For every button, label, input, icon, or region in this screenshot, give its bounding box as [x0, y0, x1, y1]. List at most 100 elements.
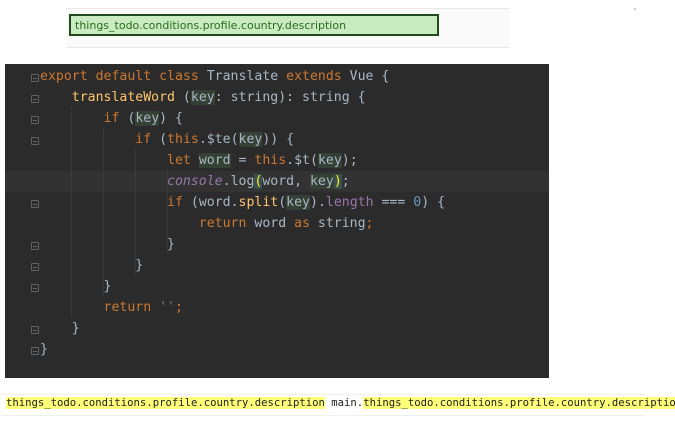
code-line-text: } [40, 255, 143, 276]
code-token: console [167, 174, 223, 189]
code-line-text: if (word.split(key).length === 0) { [40, 192, 445, 213]
code-line-text: translateWord (key: string): string { [40, 87, 366, 108]
fold-marker-icon[interactable] [31, 95, 39, 103]
code-line-text: if (this.$te(key)) { [40, 129, 294, 150]
code-token: ) { [159, 111, 183, 126]
code-token: : string): string { [214, 90, 366, 105]
fold-marker-icon[interactable] [31, 347, 39, 355]
code-token: } [40, 342, 48, 357]
code-editor[interactable]: export default class Translate extends V… [5, 64, 549, 378]
code-token: Vue { [349, 69, 390, 84]
code-token: key [135, 111, 160, 126]
code-token: .$t( [286, 153, 318, 168]
code-token: if [103, 111, 120, 126]
code-token: key [238, 132, 263, 147]
code-line[interactable]: } [5, 276, 549, 297]
fold-marker-icon[interactable] [31, 74, 39, 82]
code-token: length [325, 195, 374, 210]
code-token: translateWord [71, 90, 175, 105]
code-token: extends [286, 69, 350, 84]
code-line[interactable]: if (word.split(key).length === 0) { [5, 192, 549, 213]
fold-marker-icon[interactable] [31, 200, 39, 208]
code-token: return [198, 216, 255, 231]
code-token: = [230, 153, 255, 168]
code-line[interactable]: export default class Translate extends V… [5, 66, 549, 87]
fold-marker-icon[interactable] [31, 242, 39, 250]
code-token: ( [278, 195, 287, 210]
code-line-text: console.log(word, key); [40, 171, 350, 192]
code-line[interactable]: } [5, 318, 549, 339]
code-token: export default class [40, 69, 207, 84]
indent-guide [167, 170, 168, 254]
code-token: ) [333, 174, 342, 189]
code-token: ; [365, 216, 374, 231]
code-line[interactable]: } [5, 339, 549, 360]
code-token: 0 [413, 195, 422, 210]
code-line[interactable]: if (key) { [5, 108, 549, 129]
code-token: if [135, 132, 152, 147]
console-output-line: things_todo.conditions.profile.country.d… [6, 396, 675, 410]
code-token: key [317, 153, 342, 168]
code-token: let [167, 153, 199, 168]
output-key-highlight-2: things_todo.conditions.profile.country.d… [363, 397, 675, 409]
code-line[interactable]: console.log(word, key); [5, 171, 549, 192]
cut-off-row [70, 40, 500, 48]
fold-marker-icon[interactable] [31, 284, 39, 292]
code-line-text: } [40, 234, 175, 255]
corner-mark [634, 8, 636, 10]
code-token: ; [175, 300, 183, 315]
code-token: key [190, 90, 215, 105]
code-token: ; [341, 174, 350, 189]
code-line[interactable]: let word = this.$t(key); [5, 150, 549, 171]
code-token: split [238, 195, 279, 210]
code-token: } [40, 321, 80, 336]
code-token: ( [151, 132, 168, 147]
code-token: string [317, 216, 366, 231]
indent-guide [103, 128, 104, 296]
code-token: ) { [421, 195, 446, 210]
code-line[interactable]: return word as string; [5, 213, 549, 234]
code-token: ( [119, 111, 136, 126]
code-line[interactable]: } [5, 234, 549, 255]
code-token: if [167, 195, 183, 210]
code-line-text: if (key) { [40, 108, 183, 129]
code-line-text: return word as string; [40, 213, 374, 234]
code-token: .$te( [198, 132, 239, 147]
fold-marker-icon[interactable] [31, 326, 39, 334]
code-line-text: } [40, 318, 80, 339]
code-line-text: let word = this.$t(key); [40, 150, 358, 171]
code-line[interactable]: translateWord (key: string): string { [5, 87, 549, 108]
code-token: ). [310, 195, 326, 210]
code-token: } [40, 237, 175, 252]
tooltip-text: things_todo.conditions.profile.country.d… [75, 19, 347, 32]
code-token: === [373, 195, 414, 210]
code-token: key [309, 174, 334, 189]
fold-marker-icon[interactable] [31, 263, 39, 271]
code-line[interactable]: if (this.$te(key)) { [5, 129, 549, 150]
code-token: word [198, 153, 231, 168]
code-token: key [286, 195, 310, 210]
translation-tooltip: things_todo.conditions.profile.country.d… [69, 14, 439, 36]
code-token: ); [341, 153, 358, 168]
code-token: .log [222, 174, 255, 189]
fold-marker-icon[interactable] [31, 116, 39, 124]
fold-marker-icon[interactable] [31, 137, 39, 145]
code-token: '' [159, 300, 175, 315]
code-token: this [254, 153, 287, 168]
code-line[interactable]: } [5, 255, 549, 276]
output-prefix: main. [331, 397, 364, 409]
code-token: )) { [262, 132, 295, 147]
indent-guide [71, 107, 72, 317]
code-token: } [40, 279, 112, 294]
code-token: } [40, 258, 144, 273]
code-token: ( [174, 90, 191, 105]
code-token: word [254, 216, 295, 231]
code-token: as [294, 216, 318, 231]
indent-guide [135, 149, 136, 275]
code-line-text: return ''; [40, 297, 183, 318]
code-token: word, [262, 174, 310, 189]
code-line[interactable]: return ''; [5, 297, 549, 318]
